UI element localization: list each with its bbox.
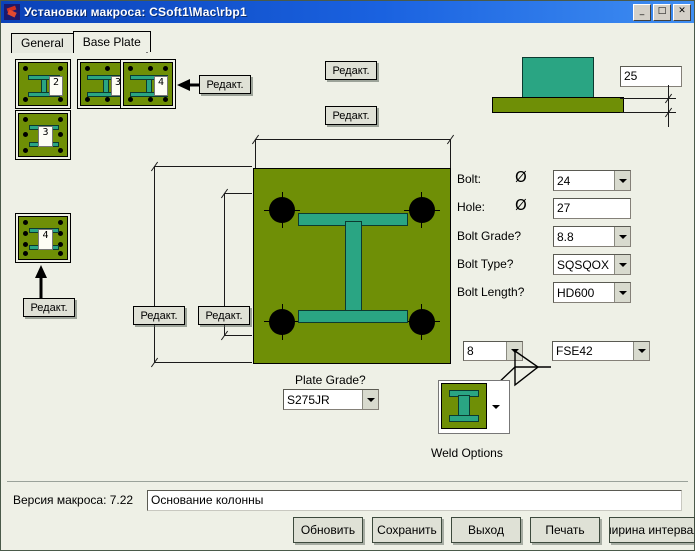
bolt-hole-br [409, 309, 435, 335]
interval-width-button[interactable]: ширина интервала [609, 517, 695, 543]
chevron-down-icon[interactable] [614, 227, 630, 246]
elevation-base-plate [492, 97, 624, 113]
ibeam-web [345, 221, 362, 315]
dim-line-height-outer [154, 166, 155, 362]
plate-thickness-input[interactable]: 25 [620, 66, 682, 87]
diameter-icon-bolt: Ø [515, 168, 527, 186]
plate-grade-combo[interactable]: S275JR [283, 389, 379, 410]
profile-edit-button[interactable]: Редакт. [199, 75, 251, 94]
ext-line-bot-bolty [224, 335, 252, 336]
plate-grade-label: Plate Grade? [295, 373, 366, 387]
bolt-grade-label: Bolt Grade? [457, 229, 522, 243]
sidebar-item-0[interactable]: 2 [15, 59, 71, 109]
sidebar-item-3[interactable]: 3 [15, 110, 71, 160]
dim-edit-height-outer[interactable]: Редакт. [133, 306, 185, 325]
diameter-icon-hole: Ø [515, 196, 527, 214]
bolt-length-value: HD600 [557, 285, 595, 300]
ext-line-top-bolty [224, 193, 252, 194]
bolt-grade-combo[interactable]: 8.8 [553, 226, 631, 247]
weld-options-label: Weld Options [431, 446, 503, 460]
sidebar-item-2-label: 4 [154, 76, 168, 96]
sidebar-item-3-label: 3 [38, 126, 53, 147]
tab-bar: General Base Plate [11, 31, 151, 53]
bolt-length-label: Bolt Length? [457, 285, 525, 299]
ext-line-top-outer [154, 166, 252, 167]
sidebar-item-2[interactable]: 4 [120, 59, 176, 109]
sidebar-item-4-label: 4 [38, 229, 53, 250]
chevron-down-icon[interactable] [614, 171, 630, 190]
minimize-button[interactable]: _ [633, 4, 651, 21]
bolt-type-combo[interactable]: SQSQOX [553, 254, 631, 275]
window-title: Установки макроса: CSoft1\Mac\rbp1 [24, 5, 247, 19]
base-plate-drawing[interactable] [253, 168, 451, 364]
thick-dim-ext [668, 85, 669, 127]
bolt-hole-tl [269, 197, 295, 223]
tab-general[interactable]: General [11, 33, 74, 53]
bolt-grade-value: 8.8 [557, 229, 574, 244]
bolt-diameter-value: 24 [557, 173, 571, 188]
description-input[interactable]: Основание колонны [147, 490, 682, 511]
interval-width-label: ширина интервала [610, 523, 694, 537]
chevron-down-icon[interactable] [614, 283, 630, 302]
chevron-down-icon[interactable] [633, 342, 649, 360]
dim-edit-bolt-y[interactable]: Редакт. [198, 306, 250, 325]
maximize-button[interactable]: □ [653, 4, 671, 21]
chevron-down-icon[interactable] [614, 255, 630, 274]
dim-edit-bolt-x[interactable]: Редакт. [325, 106, 377, 125]
weld-options-combo[interactable] [438, 380, 510, 434]
window-controls: _ □ ✕ [633, 4, 691, 21]
base-plate-panel: 2 3 4 3 4 Редакт. Редакт. Редакт. Редакт… [7, 53, 688, 477]
bolt-type-value: SQSQOX [557, 257, 610, 272]
sidebar-item-4[interactable]: 4 [15, 213, 71, 263]
weld-electrode-value: FSE42 [556, 344, 593, 358]
ibeam-bottom-flange [298, 310, 408, 323]
app-icon [4, 4, 20, 20]
exit-button[interactable]: Выход [451, 517, 521, 543]
sidebar-edit-button[interactable]: Редакт. [23, 298, 75, 317]
action-button-bar: Обновить Сохранить Выход Печать ширина и… [293, 517, 695, 543]
bolt-hole-bl [269, 309, 295, 335]
chevron-down-icon[interactable] [489, 381, 503, 433]
bolt-length-combo[interactable]: HD600 [553, 282, 631, 303]
tab-base-plate[interactable]: Base Plate [72, 31, 151, 52]
weld-electrode-combo[interactable]: FSE42 [552, 341, 650, 361]
print-button[interactable]: Печать [530, 517, 600, 543]
bolt-hole-tr [409, 197, 435, 223]
bolt-label: Bolt: [457, 172, 482, 186]
chevron-down-icon[interactable] [362, 390, 378, 409]
dim-edit-width-outer[interactable]: Редакт. [325, 61, 377, 80]
elevation-column [522, 57, 594, 98]
macro-settings-window: Установки макроса: CSoft1\Mac\rbp1 _ □ ✕… [0, 0, 695, 551]
version-label: Версия макроса: 7.22 [13, 493, 134, 507]
plate-grade-value: S275JR [287, 392, 330, 407]
sidebar-item-0-label: 2 [49, 76, 63, 96]
save-button[interactable]: Сохранить [372, 517, 442, 543]
bolt-type-label: Bolt Type? [457, 257, 514, 271]
bolt-diameter-combo[interactable]: 24 [553, 170, 631, 191]
footer-divider [7, 481, 688, 482]
hole-label: Hole: [457, 200, 486, 214]
title-bar: Установки макроса: CSoft1\Mac\rbp1 _ □ ✕ [1, 1, 694, 23]
dim-line-width-outer [255, 139, 450, 140]
refresh-button[interactable]: Обновить [293, 517, 363, 543]
ext-line-bot-outer [154, 362, 252, 363]
close-button[interactable]: ✕ [673, 4, 691, 21]
weld-options-preview-icon [441, 383, 487, 429]
hole-diameter-input[interactable]: 27 [553, 198, 631, 219]
